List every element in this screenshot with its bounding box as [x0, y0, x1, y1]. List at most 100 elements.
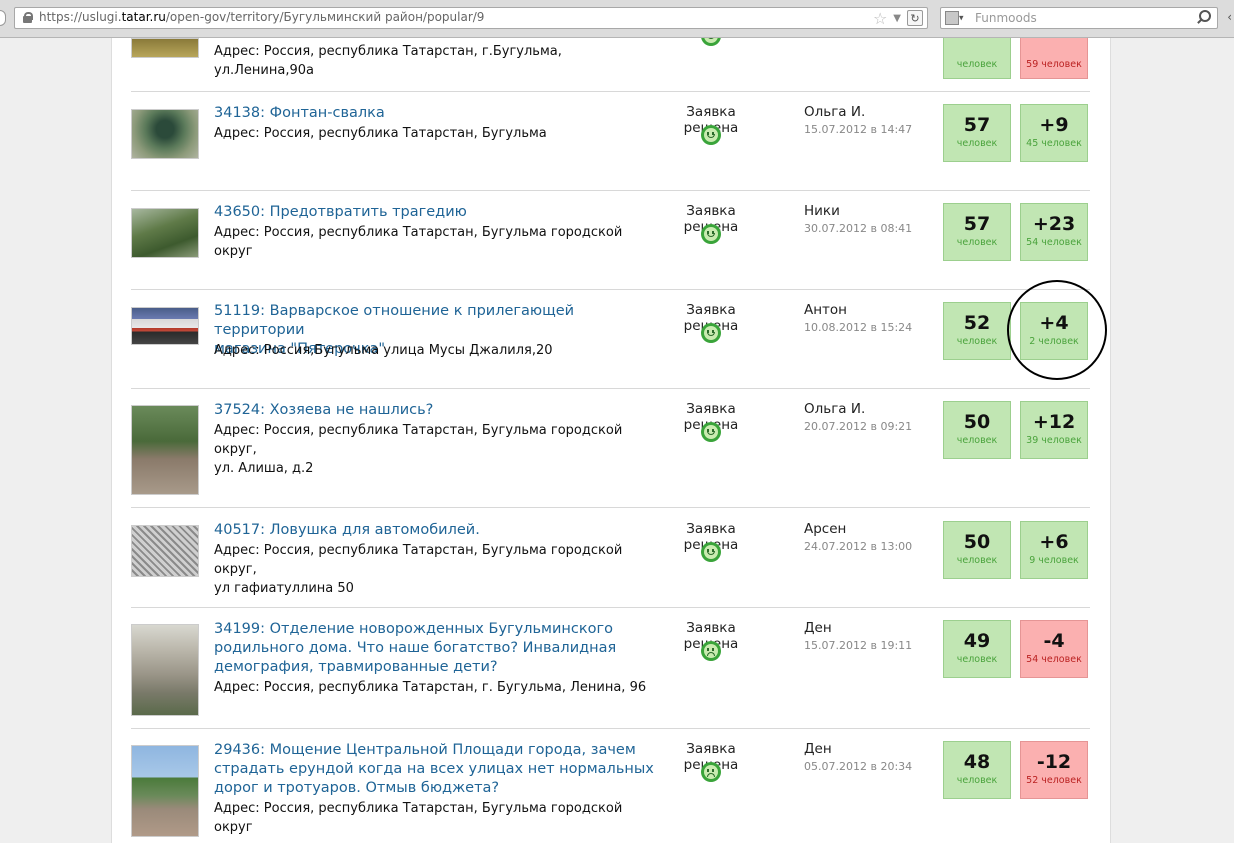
issue-thumbnail[interactable] [131, 745, 199, 837]
rating-label: 52 человек [1026, 775, 1082, 786]
author-name: Арсен [804, 521, 847, 537]
votes-box: 50 человек [943, 401, 1011, 459]
rating-value: -12 [1036, 751, 1072, 773]
rating-label: 45 человек [1026, 138, 1082, 149]
votes-label: человек [956, 775, 998, 786]
issue-thumbnail[interactable] [131, 624, 199, 716]
rating-box[interactable]: -12 52 человек [1020, 741, 1088, 799]
happy-smiley-icon [701, 542, 721, 562]
rating-box[interactable]: +6 9 человек [1020, 521, 1088, 579]
issue-title-link[interactable]: 40517: Ловушка для автомобилей. [214, 521, 654, 540]
url-text[interactable]: https://uslugi.tatar.ru/open-gov/territo… [39, 10, 484, 24]
issue-date: 30.07.2012 в 08:41 [804, 222, 913, 235]
votes-count: 50 [963, 411, 991, 433]
dropdown-arrow-icon[interactable]: ▼ [893, 13, 901, 24]
issue-thumbnail[interactable] [131, 109, 199, 159]
rating-box[interactable]: +12 39 человек [1020, 401, 1088, 459]
url-path: /open-gov/territory/Бугульминский район/… [165, 10, 485, 24]
author-name: Ники [804, 203, 840, 219]
votes-box: 57 человек [943, 203, 1011, 261]
rating-box[interactable]: +4 2 человек [1020, 302, 1088, 360]
rating-value: +4 [1039, 312, 1069, 334]
votes-label: человек [956, 654, 998, 665]
issue-date: 24.07.2012 в 13:00 [804, 540, 913, 553]
votes-label: человек [956, 59, 998, 70]
votes-label: человек [956, 435, 998, 446]
votes-box: человек [943, 38, 1011, 79]
issue-date: 20.07.2012 в 09:21 [804, 420, 913, 433]
issue-thumbnail[interactable] [131, 38, 199, 58]
issue-thumbnail[interactable] [131, 307, 199, 345]
list-item: 43650: Предотвратить трагедию Адрес: Рос… [131, 203, 1090, 290]
search-bar[interactable]: ▾ Funmoods [940, 7, 1218, 29]
back-button[interactable] [0, 10, 6, 26]
bookmark-star-icon[interactable]: ☆ [873, 9, 887, 28]
list-item: Адрес: Россия, республика Татарстан, г.Б… [131, 38, 1090, 92]
issue-date: 15.07.2012 в 19:11 [804, 639, 913, 652]
search-engine-icon[interactable]: ▾ [945, 11, 967, 25]
issue-address: Адрес: Россия,Бугульма улица Мусы Джалил… [214, 343, 553, 358]
list-item: 29436: Мощение Центральной Площади город… [131, 741, 1090, 843]
issue-thumbnail[interactable] [131, 525, 199, 577]
address-bar[interactable]: https://uslugi.tatar.ru/open-gov/territo… [14, 7, 928, 29]
votes-count: 48 [963, 751, 991, 773]
rating-box[interactable]: 59 человек [1020, 38, 1088, 79]
content-page: Адрес: Россия, республика Татарстан, г.Б… [111, 38, 1111, 843]
browser-toolbar: https://uslugi.tatar.ru/open-gov/territo… [0, 0, 1234, 38]
author-name: Ден [804, 741, 832, 757]
issue-title-link[interactable]: 29436: Мощение Центральной Площади город… [214, 741, 654, 798]
list-item: 51119: Варварское отношение к прилегающе… [131, 302, 1090, 389]
rating-label: 59 человек [1026, 59, 1082, 70]
list-item: 34138: Фонтан-свалка Адрес: Россия, респ… [131, 104, 1090, 191]
sad-smiley-icon [701, 641, 721, 661]
rating-value: +23 [1032, 213, 1076, 235]
rating-box[interactable]: +23 54 человек [1020, 203, 1088, 261]
list-item: 40517: Ловушка для автомобилей. Адрес: Р… [131, 521, 1090, 608]
votes-label: человек [956, 138, 998, 149]
happy-smiley-icon [701, 422, 721, 442]
votes-count: 57 [963, 114, 991, 136]
issue-date: 10.08.2012 в 15:24 [804, 321, 913, 334]
issue-address: Адрес: Россия, республика Татарстан, г. … [214, 680, 647, 695]
rating-label: 9 человек [1029, 555, 1079, 566]
issue-address: Адрес: Россия, республика Татарстан, Буг… [214, 225, 623, 259]
search-input[interactable]: Funmoods [975, 11, 1037, 25]
issue-thumbnail[interactable] [131, 405, 199, 495]
rating-value: -4 [1043, 630, 1065, 652]
url-domain: tatar.ru [121, 10, 166, 24]
votes-label: человек [956, 336, 998, 347]
votes-box: 49 человек [943, 620, 1011, 678]
issue-title-link[interactable]: 34199: Отделение новорожденных Бугульмин… [214, 620, 654, 677]
rating-box[interactable]: -4 54 человек [1020, 620, 1088, 678]
happy-smiley-icon [701, 125, 721, 145]
happy-smiley-icon [701, 38, 721, 46]
search-icon[interactable] [1195, 10, 1211, 26]
rating-value: +6 [1039, 531, 1069, 553]
issue-title-link[interactable]: 37524: Хозяева не нашлись? [214, 401, 654, 420]
votes-count: 50 [963, 531, 991, 553]
author-name: Ольга И. [804, 104, 866, 120]
votes-box: 57 человек [943, 104, 1011, 162]
issue-date: 15.07.2012 в 14:47 [804, 123, 913, 136]
author-name: Антон [804, 302, 848, 318]
author-name: Ольга И. [804, 401, 866, 417]
issue-address: Адрес: Россия, республика Татарстан, Буг… [214, 423, 623, 476]
chevron-right-icon[interactable]: ‹ [1227, 10, 1232, 24]
list-item: 34199: Отделение новорожденных Бугульмин… [131, 620, 1090, 729]
votes-box: 50 человек [943, 521, 1011, 579]
rating-value: +9 [1039, 114, 1069, 136]
lock-icon [23, 12, 33, 23]
list-item: 37524: Хозяева не нашлись? Адрес: Россия… [131, 401, 1090, 508]
issue-title-link[interactable]: 34138: Фонтан-свалка [214, 104, 654, 123]
votes-box: 52 человек [943, 302, 1011, 360]
issue-title-link[interactable]: 43650: Предотвратить трагедию [214, 203, 654, 222]
issue-address: Адрес: Россия, республика Татарстан, г.Б… [214, 44, 562, 78]
issue-thumbnail[interactable] [131, 208, 199, 258]
rating-label: 2 человек [1029, 336, 1079, 347]
reload-icon[interactable]: ↻ [907, 10, 923, 26]
votes-box: 48 человек [943, 741, 1011, 799]
rating-box[interactable]: +9 45 человек [1020, 104, 1088, 162]
votes-label: человек [956, 237, 998, 248]
votes-count: 57 [963, 213, 991, 235]
rating-label: 54 человек [1026, 237, 1082, 248]
